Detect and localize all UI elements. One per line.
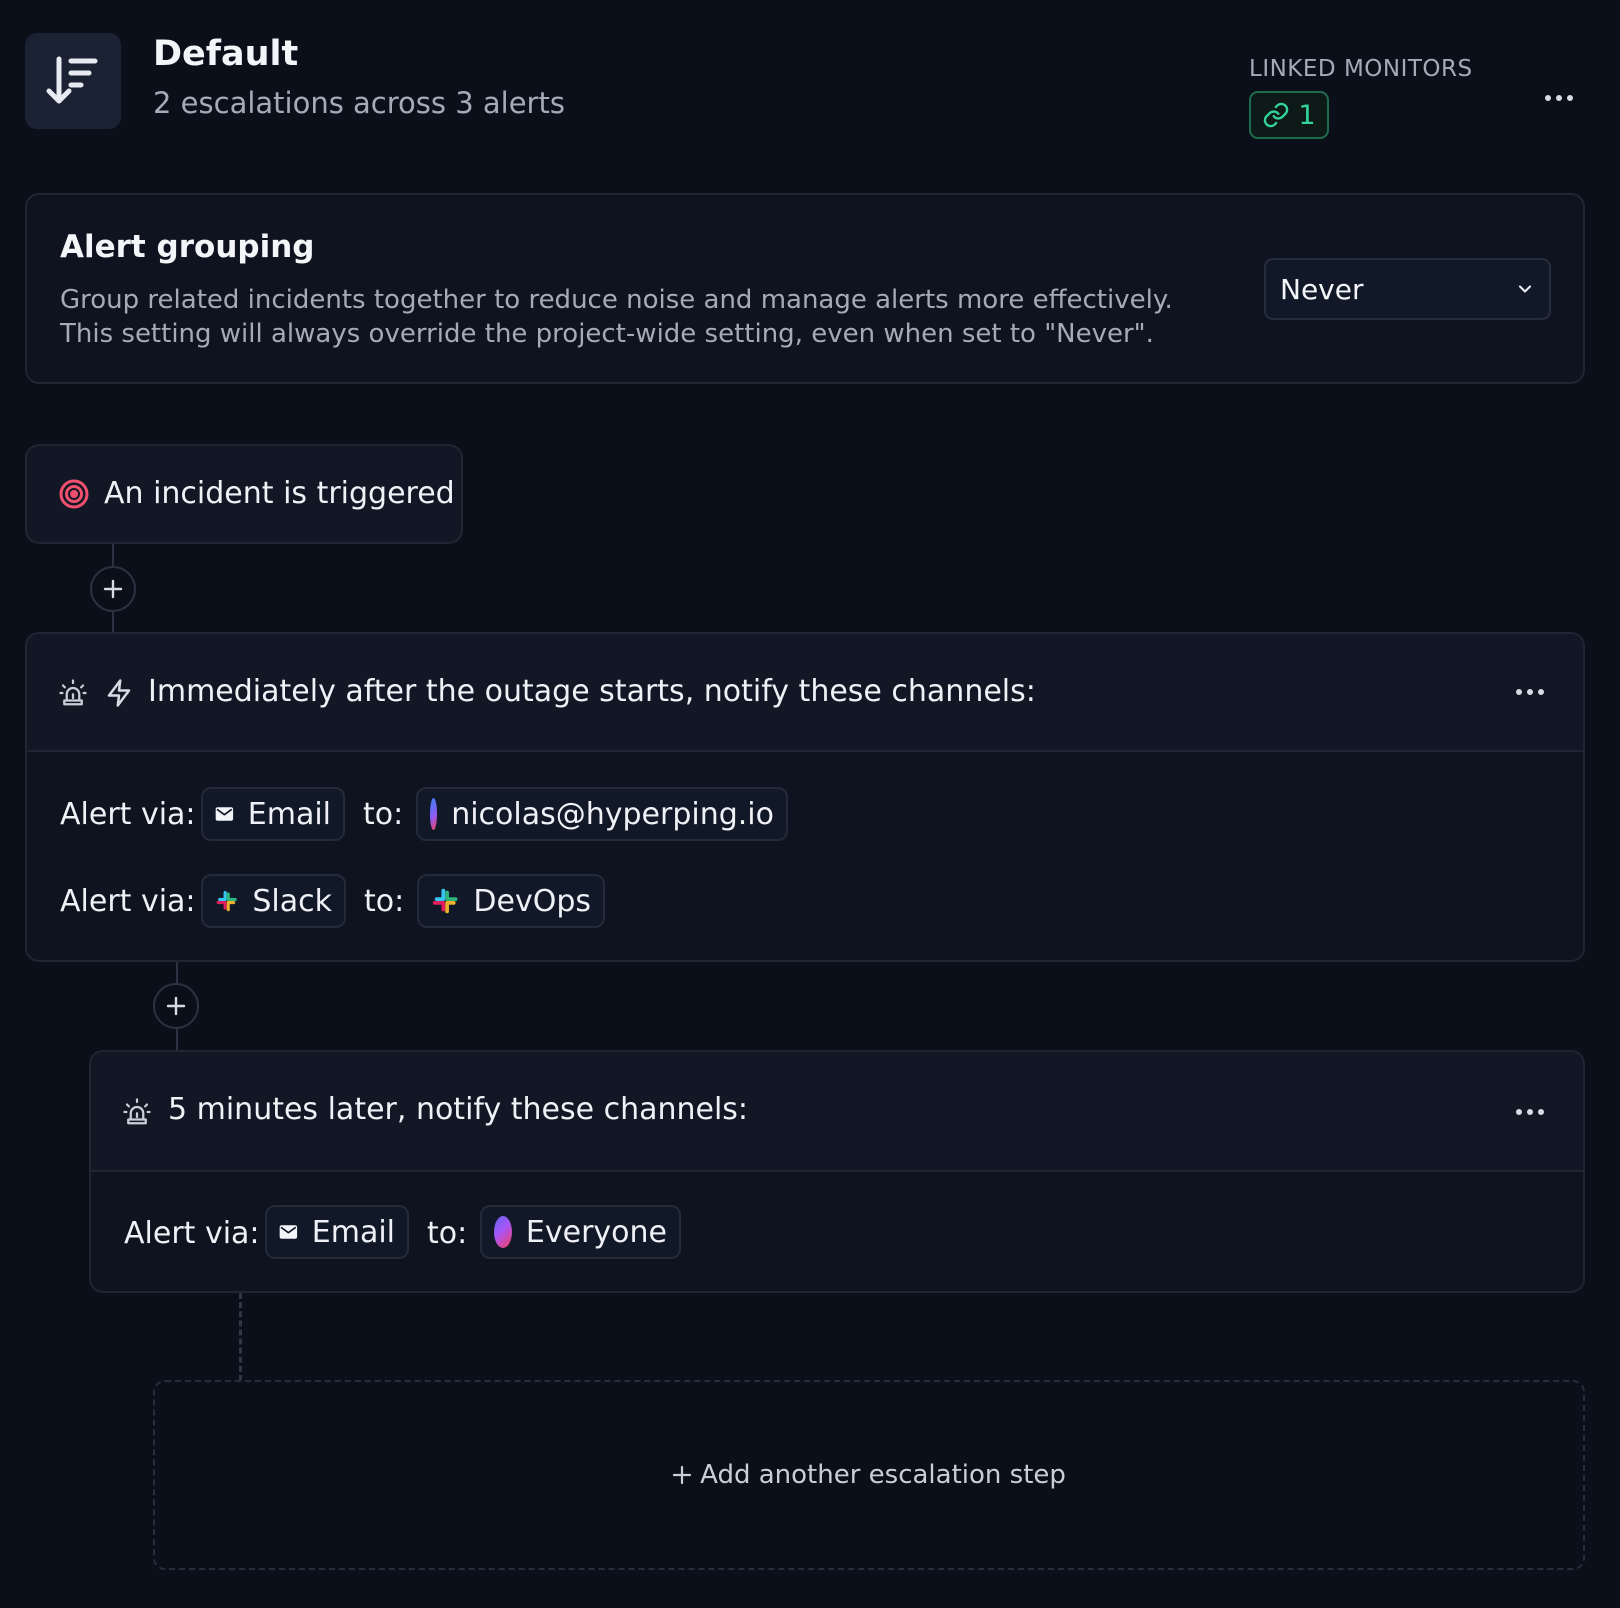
- alert-grouping-select-value: Never: [1280, 272, 1364, 306]
- sort-down-icon: [46, 56, 98, 104]
- chevron-down-icon: [1518, 285, 1532, 293]
- add-escalation-step-label: Add another escalation step: [700, 1460, 1066, 1490]
- target-icon: [59, 479, 89, 509]
- linked-monitors-badge[interactable]: 1: [1249, 91, 1329, 139]
- escalation-title-1: Immediately after the outage starts, not…: [148, 674, 1036, 709]
- plus-icon: [103, 579, 123, 599]
- recipient-chip[interactable]: DevOps: [417, 874, 605, 928]
- mail-icon: [215, 807, 234, 821]
- add-step-button-1[interactable]: [90, 566, 136, 612]
- trigger-card: An incident is triggered: [25, 444, 463, 544]
- policy-icon-tile: [25, 33, 121, 129]
- dashed-connector: [239, 1293, 242, 1381]
- team-avatar: [494, 1216, 512, 1248]
- channel-name: Email: [247, 796, 331, 832]
- trigger-label: An incident is triggered: [104, 476, 455, 511]
- alert-grouping-description: Group related incidents together to redu…: [60, 285, 1173, 349]
- escalation-header-2: 5 minutes later, notify these channels:: [91, 1052, 1583, 1172]
- channel-name: Email: [311, 1214, 395, 1250]
- to-label: to:: [363, 797, 404, 832]
- alert-grouping-select[interactable]: Never: [1264, 258, 1551, 320]
- recipient-name: DevOps: [473, 883, 591, 919]
- recipient-name: nicolas@hyperping.io: [451, 796, 774, 832]
- channel-name: Slack: [252, 883, 332, 919]
- escalation-card-2: 5 minutes later, notify these channels: …: [89, 1050, 1585, 1293]
- more-horizontal-icon[interactable]: [1516, 689, 1544, 695]
- add-escalation-step-area[interactable]: Add another escalation step: [153, 1380, 1585, 1570]
- linked-monitors-count: 1: [1298, 99, 1316, 131]
- more-horizontal-icon[interactable]: [1516, 1109, 1544, 1115]
- alert-via-label: Alert via:: [60, 797, 196, 832]
- alert-grouping-card: Alert grouping Group related incidents t…: [25, 193, 1585, 384]
- slack-icon: [432, 888, 458, 914]
- plus-icon: [673, 1465, 692, 1485]
- recipient-chip[interactable]: Everyone: [480, 1205, 681, 1259]
- recipient-chip[interactable]: nicolas@hyperping.io: [416, 787, 788, 841]
- escalation-header-1: Immediately after the outage starts, not…: [27, 634, 1583, 752]
- page-title: Default: [153, 34, 299, 74]
- user-avatar: [430, 798, 438, 830]
- channel-chip-email[interactable]: Email: [265, 1205, 409, 1259]
- alert-grouping-title: Alert grouping: [60, 229, 315, 265]
- siren-icon: [123, 1098, 151, 1125]
- slack-icon: [216, 890, 237, 912]
- to-label: to:: [427, 1216, 468, 1251]
- lightning-icon: [107, 679, 131, 707]
- channel-chip-email[interactable]: Email: [201, 787, 345, 841]
- link-icon: [1264, 102, 1289, 128]
- escalation-card-1: Immediately after the outage starts, not…: [25, 632, 1585, 962]
- add-step-button-2[interactable]: [153, 983, 199, 1029]
- plus-icon: [166, 996, 186, 1016]
- channel-chip-slack[interactable]: Slack: [201, 874, 346, 928]
- page-subtitle: 2 escalations across 3 alerts: [153, 86, 565, 120]
- to-label: to:: [364, 884, 405, 919]
- alert-via-label: Alert via:: [124, 1216, 260, 1251]
- recipient-name: Everyone: [525, 1214, 667, 1250]
- escalation-title-2: 5 minutes later, notify these channels:: [168, 1092, 749, 1127]
- siren-icon: [59, 679, 87, 706]
- mail-icon: [279, 1225, 298, 1239]
- more-horizontal-icon[interactable]: [1545, 95, 1573, 101]
- alert-via-label: Alert via:: [60, 884, 196, 919]
- linked-monitors-label: LINKED MONITORS: [1249, 56, 1473, 82]
